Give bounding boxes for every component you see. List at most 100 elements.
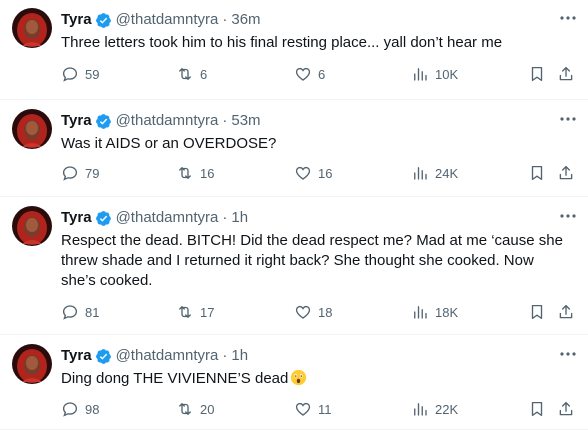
bookmark-icon — [531, 304, 543, 320]
avatar[interactable] — [12, 206, 52, 246]
share-button[interactable] — [557, 302, 575, 322]
heart-icon — [295, 166, 311, 180]
reply-button[interactable]: 81 — [61, 302, 99, 322]
reply-count: 81 — [85, 304, 100, 320]
tweet[interactable]: Tyra @thatdamntyra · 1h Respect the dead… — [0, 198, 588, 335]
like-count: 11 — [318, 401, 332, 417]
retweet-icon — [179, 167, 191, 179]
bookmark-button[interactable] — [528, 302, 546, 322]
more-icon[interactable] — [558, 111, 578, 127]
share-icon — [559, 66, 573, 81]
retweet-count: 16 — [200, 165, 215, 181]
views-button[interactable]: 18K — [411, 302, 458, 322]
tweet-header: Tyra @thatdamntyra · 1h — [61, 209, 572, 227]
reply-icon — [62, 166, 78, 181]
reply-count: 98 — [85, 401, 100, 417]
share-button[interactable] — [557, 399, 575, 419]
share-icon — [559, 165, 573, 180]
reply-button[interactable]: 59 — [61, 64, 99, 84]
bookmark-button[interactable] — [528, 163, 546, 183]
views-button[interactable]: 10K — [411, 64, 458, 84]
retweet-count: 20 — [200, 401, 215, 417]
verified-badge-icon — [95, 348, 112, 365]
bookmark-icon — [531, 401, 543, 417]
retweet-icon — [179, 306, 191, 318]
bookmark-button[interactable] — [528, 64, 546, 84]
separator: · — [222, 11, 228, 28]
tweet-header: Tyra @thatdamntyra · 53m — [61, 112, 572, 130]
like-button[interactable]: 16 — [294, 163, 332, 183]
tweet[interactable]: Tyra @thatdamntyra · 53m Was it AIDS or … — [0, 101, 588, 197]
more-icon[interactable] — [558, 10, 578, 26]
timestamp[interactable]: 36m — [231, 11, 260, 29]
bookmark-button[interactable] — [528, 399, 546, 419]
reply-button[interactable]: 98 — [61, 399, 99, 419]
tweet[interactable]: Tyra @thatdamntyra · 1h Ding dong THE VI… — [0, 336, 588, 430]
retweet-button[interactable]: 6 — [176, 64, 207, 84]
reply-icon — [62, 67, 78, 82]
retweet-icon — [179, 68, 191, 80]
display-name[interactable]: Tyra — [61, 209, 92, 227]
handle[interactable]: @thatdamntyra — [116, 347, 219, 365]
tweet-header: Tyra @thatdamntyra · 36m — [61, 11, 572, 29]
tweet-content: Tyra @thatdamntyra · 1h Respect the dead… — [61, 209, 572, 291]
avatar[interactable] — [12, 8, 52, 48]
timestamp[interactable]: 1h — [231, 347, 248, 365]
share-button[interactable] — [557, 64, 575, 84]
action-bar: 98 20 11 22K — [61, 399, 578, 419]
timestamp[interactable]: 53m — [231, 112, 260, 130]
retweet-button[interactable]: 17 — [176, 302, 214, 322]
tweet-content: Tyra @thatdamntyra · 36m Three letters t… — [61, 11, 572, 53]
views-count: 22K — [435, 401, 459, 417]
views-icon — [414, 68, 427, 81]
display-name[interactable]: Tyra — [61, 112, 92, 130]
handle[interactable]: @thatdamntyra — [116, 112, 219, 130]
avatar[interactable] — [12, 344, 52, 384]
handle[interactable]: @thatdamntyra — [116, 11, 219, 29]
action-bar: 59 6 6 10K — [61, 64, 578, 84]
heart-icon — [295, 305, 311, 319]
tweet-text: Respect the dead. BITCH! Did the dead re… — [61, 232, 568, 289]
astonished-face-icon — [290, 369, 307, 386]
retweet-count: 17 — [200, 304, 215, 320]
like-count: 18 — [318, 304, 333, 320]
display-name[interactable]: Tyra — [61, 347, 92, 365]
tweet-text-row: Ding dong THE VIVIENNE’S dead — [61, 369, 572, 389]
separator: · — [222, 347, 228, 364]
action-bar: 81 17 18 18K — [61, 302, 578, 322]
share-icon — [559, 401, 573, 416]
separator: · — [222, 209, 228, 226]
views-count: 24K — [435, 165, 459, 181]
reply-icon — [62, 402, 78, 417]
share-button[interactable] — [557, 163, 575, 183]
views-count: 18K — [435, 304, 459, 320]
action-bar: 79 16 16 24K — [61, 163, 578, 183]
verified-badge-icon — [95, 210, 112, 227]
views-button[interactable]: 24K — [411, 163, 458, 183]
like-button[interactable]: 6 — [294, 64, 325, 84]
tweet[interactable]: Tyra @thatdamntyra · 36m Three letters t… — [0, 0, 588, 100]
bookmark-icon — [531, 66, 543, 82]
like-button[interactable]: 18 — [294, 302, 332, 322]
reply-button[interactable]: 79 — [61, 163, 99, 183]
tweet-text: Ding dong THE VIVIENNE’S dead — [61, 370, 289, 387]
tweet-content: Tyra @thatdamntyra · 53m Was it AIDS or … — [61, 112, 572, 154]
handle[interactable]: @thatdamntyra — [116, 209, 219, 227]
views-icon — [414, 306, 427, 319]
display-name[interactable]: Tyra — [61, 11, 92, 29]
avatar[interactable] — [12, 109, 52, 149]
retweet-button[interactable]: 20 — [176, 399, 214, 419]
like-button[interactable]: 11 — [294, 399, 332, 419]
retweet-button[interactable]: 16 — [176, 163, 214, 183]
timestamp[interactable]: 1h — [231, 209, 248, 227]
heart-icon — [295, 402, 311, 416]
more-icon[interactable] — [558, 208, 578, 224]
views-icon — [414, 167, 427, 180]
reply-count: 79 — [85, 165, 100, 181]
tweet-content: Tyra @thatdamntyra · 1h Ding dong THE VI… — [61, 347, 572, 389]
more-icon[interactable] — [558, 346, 578, 362]
tweet-header: Tyra @thatdamntyra · 1h — [61, 347, 572, 365]
like-count: 16 — [318, 165, 333, 181]
views-button[interactable]: 22K — [411, 399, 458, 419]
tweet-text: Was it AIDS or an OVERDOSE? — [61, 135, 277, 152]
